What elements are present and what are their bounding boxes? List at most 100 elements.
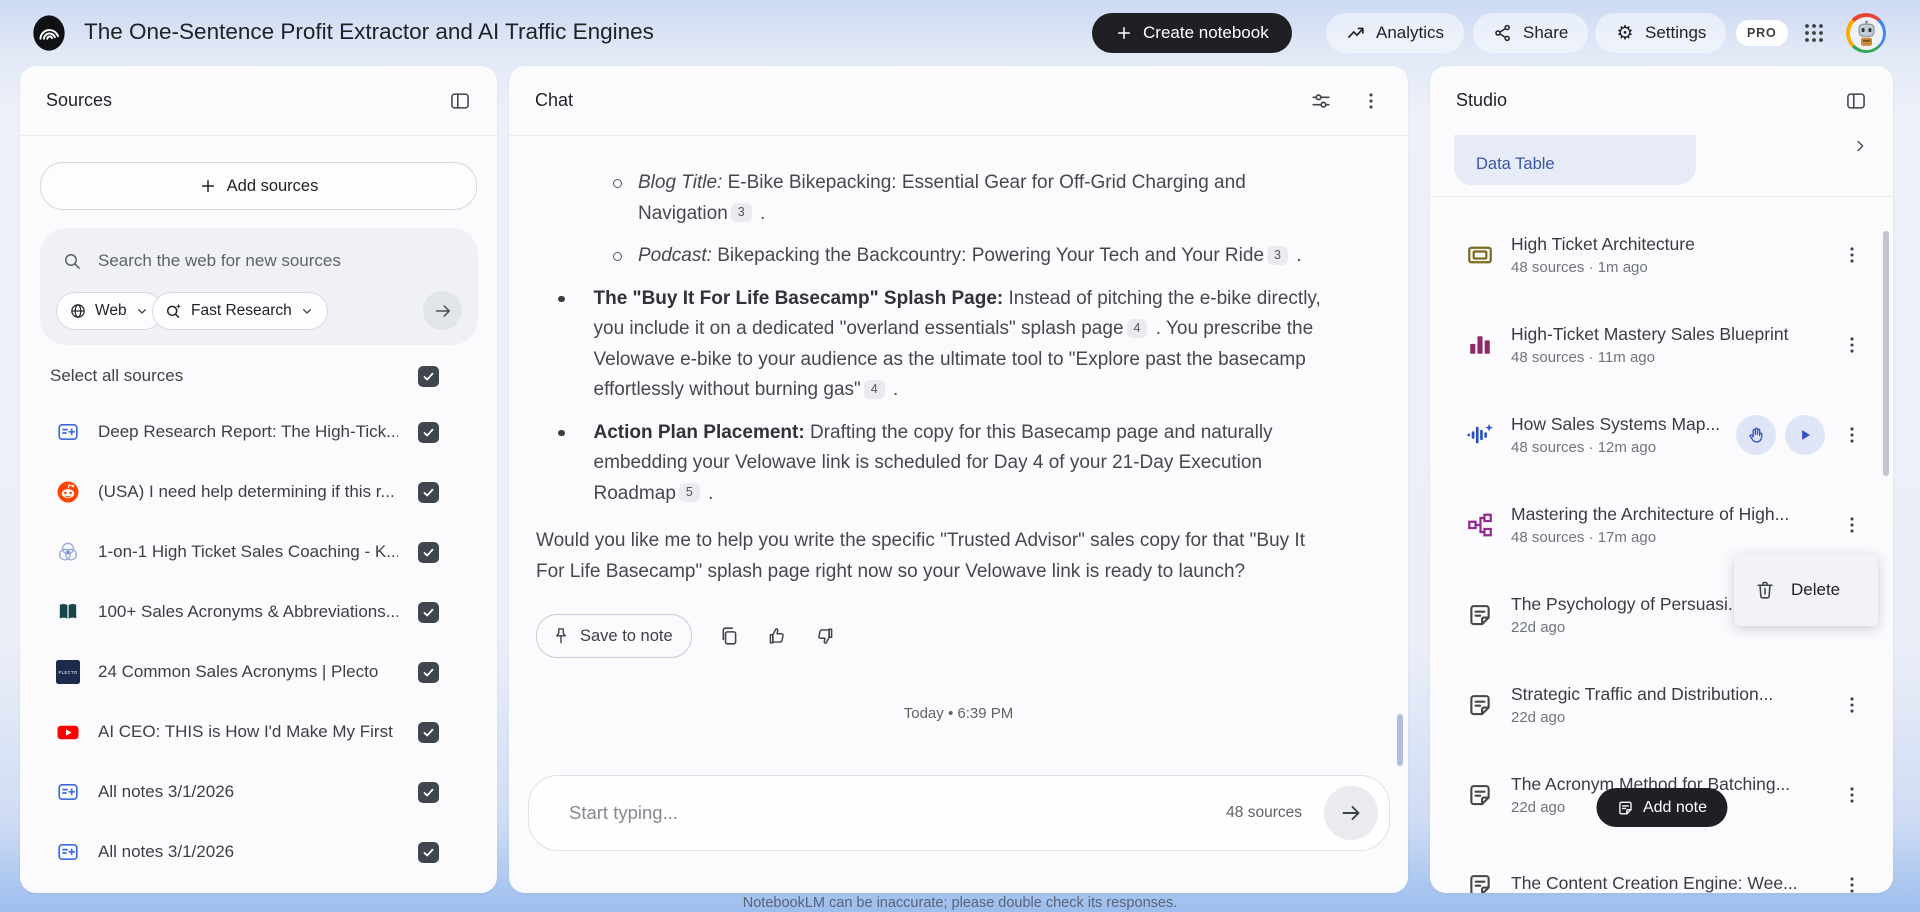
studio-item-subtitle: 48 sources · 1m ago — [1511, 259, 1648, 276]
reddit-icon — [56, 480, 80, 504]
more-options-icon[interactable] — [1841, 514, 1863, 536]
source-title: All notes 3/1/2026 — [98, 842, 235, 861]
source-row[interactable]: PLECTO 24 Common Sales Acronyms | Plecto — [20, 642, 497, 702]
create-notebook-button[interactable]: Create notebook — [1092, 13, 1292, 53]
studio-item-text: Strategic Traffic and Distribution... 22d… — [1511, 684, 1825, 726]
source-row[interactable]: 100+ Sales Acronyms & Abbreviations... — [20, 582, 497, 642]
trash-icon — [1754, 579, 1776, 601]
source-checkbox[interactable] — [418, 721, 439, 743]
studio-item[interactable]: How Sales Systems Map... 48 sources · 12m… — [1430, 390, 1893, 480]
chat-panel: Chat Blog Title: E-Bike Bikepacking: Ess… — [509, 66, 1408, 893]
bullet-marker — [613, 252, 622, 261]
more-options-icon[interactable] — [1841, 694, 1863, 716]
analytics-label: Analytics — [1376, 23, 1445, 42]
interactive-mode-button[interactable] — [1736, 415, 1776, 455]
source-checkbox[interactable] — [418, 661, 439, 683]
web-filter-label: Web — [95, 302, 127, 319]
notebooklm-logo[interactable] — [30, 14, 68, 52]
collapse-panel-icon[interactable] — [449, 90, 471, 112]
thumb-down-icon[interactable] — [814, 625, 836, 647]
thumb-up-icon[interactable] — [766, 625, 788, 647]
select-all-checkbox[interactable] — [418, 365, 439, 387]
citation-chip[interactable]: 3 — [730, 203, 752, 222]
more-options-icon[interactable] — [1841, 784, 1863, 806]
source-checkbox[interactable] — [418, 541, 439, 563]
italic-text: Blog Title: — [638, 172, 723, 193]
send-message-button[interactable] — [1324, 786, 1378, 840]
play-icon — [1795, 425, 1815, 445]
delete-menu-item[interactable]: Delete — [1734, 554, 1878, 626]
studio-item-text: High Ticket Architecture 48 sources · 1m … — [1511, 234, 1825, 276]
checkmark-icon — [421, 665, 436, 680]
search-input[interactable]: Search the web for new sources — [62, 244, 462, 278]
share-icon — [1493, 23, 1513, 43]
source-checkbox[interactable] — [418, 421, 439, 443]
studio-scrolled-region: Data Table — [1430, 135, 1893, 196]
research-mode-dropdown[interactable]: Fast Research — [152, 292, 328, 330]
studio-scrollbar[interactable] — [1883, 231, 1889, 476]
source-row[interactable]: (USA) I need help determining if this r.… — [20, 462, 497, 522]
citation-chip[interactable]: 4 — [1126, 318, 1148, 338]
source-row[interactable]: 1-on-1 High Ticket Sales Coaching - K... — [20, 522, 497, 582]
source-row[interactable]: All notes 3/1/2026 — [20, 822, 497, 882]
source-row[interactable]: AI CEO: THIS is How I'd Make My First ..… — [20, 702, 497, 762]
source-checkbox[interactable] — [418, 601, 439, 623]
chat-title: Chat — [535, 90, 574, 110]
citation-chip[interactable]: 4 — [863, 379, 885, 399]
settings-button[interactable]: ⚙ Settings — [1595, 13, 1727, 53]
source-checkbox[interactable] — [418, 781, 439, 803]
chat-input-box[interactable]: Start typing... 48 sources — [528, 775, 1390, 851]
checkmark-icon — [421, 845, 436, 860]
source-row[interactable]: Deep Research Report: The High-Tick... — [20, 402, 497, 462]
chat-input-placeholder[interactable]: Start typing... — [569, 802, 1226, 824]
chat-settings-icon[interactable] — [1310, 90, 1332, 112]
source-title: All notes 3/1/2026 — [98, 782, 235, 801]
note-source-icon — [56, 840, 80, 864]
copy-icon[interactable] — [718, 625, 740, 647]
play-audio-button[interactable] — [1785, 415, 1825, 455]
chat-more-options-icon[interactable] — [1360, 90, 1382, 112]
studio-item[interactable]: Strategic Traffic and Distribution... 22d… — [1430, 660, 1893, 750]
arrow-right-icon — [1339, 801, 1363, 825]
notebook-title: The One-Sentence Profit Extractor and AI… — [84, 19, 654, 44]
pin-icon — [551, 626, 571, 646]
select-all-label: Select all sources — [50, 366, 184, 385]
add-note-button[interactable]: Add note — [1595, 788, 1728, 827]
bold-text: The "Buy It For Life Basecamp" Splash Pa… — [593, 287, 1004, 309]
studio-panel: Studio Data Table High Ticket Architectu… — [1430, 66, 1893, 893]
studio-item-text: Mastering the Architecture of High... 48 … — [1511, 504, 1825, 546]
apps-grid-icon[interactable] — [1802, 21, 1826, 45]
data-table-open-button[interactable] — [1841, 135, 1879, 158]
citation-chip[interactable]: 3 — [1267, 245, 1288, 265]
studio-item[interactable]: High Ticket Architecture 48 sources · 1m … — [1430, 210, 1893, 300]
collapse-panel-icon[interactable] — [1845, 90, 1867, 112]
report-icon — [1466, 781, 1494, 809]
chat-scrollbar[interactable] — [1397, 714, 1403, 766]
studio-item-title: Mastering the Architecture of High... — [1511, 504, 1790, 524]
share-button[interactable]: Share — [1473, 13, 1589, 53]
more-options-icon[interactable] — [1841, 334, 1863, 356]
fast-research-icon — [165, 302, 183, 320]
search-submit-button[interactable] — [423, 291, 462, 330]
studio-item-text: The Content Creation Engine: Wee... — [1511, 873, 1825, 894]
source-checkbox[interactable] — [418, 841, 439, 863]
plus-icon — [1115, 24, 1133, 42]
venn-icon — [56, 540, 80, 564]
italic-text: Podcast: — [638, 245, 712, 266]
settings-label: Settings — [1645, 23, 1707, 42]
analytics-button[interactable]: Analytics — [1326, 13, 1465, 53]
citation-chip[interactable]: 5 — [678, 483, 700, 502]
user-avatar[interactable] — [1846, 13, 1886, 53]
web-filter-dropdown[interactable]: Web — [56, 292, 163, 330]
delete-label: Delete — [1791, 580, 1841, 599]
more-options-icon[interactable] — [1841, 874, 1863, 893]
data-table-card[interactable]: Data Table — [1454, 135, 1696, 185]
studio-item[interactable]: High-Ticket Mastery Sales Blueprint 48 so… — [1430, 300, 1893, 390]
save-to-note-button[interactable]: Save to note — [536, 614, 692, 658]
studio-item[interactable]: The Content Creation Engine: Wee... — [1430, 840, 1893, 893]
more-options-icon[interactable] — [1841, 424, 1863, 446]
add-sources-button[interactable]: Add sources — [40, 162, 477, 210]
source-row[interactable]: All notes 3/1/2026 — [20, 762, 497, 822]
source-checkbox[interactable] — [418, 481, 439, 503]
more-options-icon[interactable] — [1841, 244, 1863, 266]
